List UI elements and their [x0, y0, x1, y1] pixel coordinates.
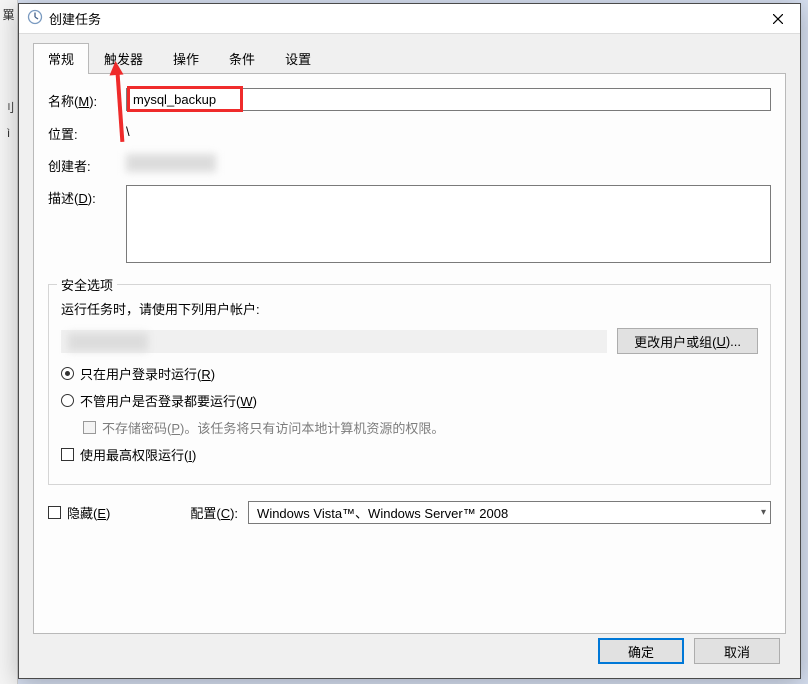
- bg-glyph-3: ì: [0, 120, 17, 140]
- tab-settings[interactable]: 设置: [270, 43, 326, 74]
- tab-conditions[interactable]: 条件: [214, 43, 270, 74]
- location-label: 位置:: [48, 121, 126, 143]
- checkbox-hidden-label: 隐藏(E): [67, 503, 110, 522]
- radio-icon: [61, 394, 74, 407]
- author-label: 创建者:: [48, 153, 126, 175]
- checkbox-hidden[interactable]: 隐藏(E): [48, 503, 110, 522]
- ok-button[interactable]: 确定: [598, 638, 684, 664]
- checkbox-no-save-password-label: 不存储密码(P)。该任务将只有访问本地计算机资源的权限。: [102, 418, 444, 437]
- radio-run-logged-on-label: 只在用户登录时运行(R): [80, 364, 215, 383]
- name-input[interactable]: [126, 88, 771, 111]
- change-user-button[interactable]: 更改用户或组(U)...: [617, 328, 758, 354]
- author-value: ██████: [126, 154, 216, 172]
- tab-bar: 常规 触发器 操作 条件 设置: [33, 44, 786, 74]
- checkbox-icon: [61, 448, 74, 461]
- checkbox-highest-privileges[interactable]: 使用最高权限运行(I): [61, 445, 758, 464]
- configure-for-label: 配置(C):: [190, 503, 238, 522]
- bg-glyph-1: 罺: [0, 0, 17, 23]
- create-task-dialog: 创建任务 常规 触发器 操作 条件 设置 名称(M):: [18, 3, 801, 679]
- description-label: 描述(D):: [48, 185, 126, 207]
- run-as-message: 运行任务时，请使用下列用户帐户:: [61, 299, 758, 318]
- close-button[interactable]: [755, 4, 800, 33]
- bg-glyph-2: 刂: [0, 93, 17, 116]
- description-input[interactable]: [126, 185, 771, 263]
- app-icon: [27, 9, 43, 28]
- titlebar: 创建任务: [19, 4, 800, 34]
- tab-actions[interactable]: 操作: [158, 43, 214, 74]
- name-label: 名称(M):: [48, 88, 126, 110]
- security-options-group: 安全选项 运行任务时，请使用下列用户帐户: ██████ 更改用户或组(U)..…: [48, 284, 771, 485]
- location-value: \: [126, 121, 771, 139]
- window-title: 创建任务: [49, 9, 101, 28]
- checkbox-highest-privileges-label: 使用最高权限运行(I): [80, 445, 196, 464]
- configure-for-combo[interactable]: Windows Vista™、Windows Server™ 2008 ▾: [248, 501, 771, 524]
- chevron-down-icon: ▾: [761, 507, 766, 518]
- checkbox-no-save-password: 不存储密码(P)。该任务将只有访问本地计算机资源的权限。: [83, 418, 758, 437]
- general-panel: 名称(M): 位置: \ 创建者: ██████ 描述(D):: [33, 74, 786, 634]
- configure-for-value: Windows Vista™、Windows Server™ 2008: [257, 503, 508, 522]
- cancel-button[interactable]: 取消: [694, 638, 780, 664]
- radio-icon: [61, 367, 74, 380]
- run-as-account: ██████: [68, 333, 148, 351]
- radio-run-any[interactable]: 不管用户是否登录都要运行(W): [61, 391, 758, 410]
- radio-run-any-label: 不管用户是否登录都要运行(W): [80, 391, 257, 410]
- security-legend: 安全选项: [57, 275, 117, 294]
- checkbox-icon: [83, 421, 96, 434]
- checkbox-icon: [48, 506, 61, 519]
- tab-triggers[interactable]: 触发器: [89, 43, 158, 74]
- tab-general[interactable]: 常规: [33, 43, 89, 74]
- radio-run-logged-on[interactable]: 只在用户登录时运行(R): [61, 364, 758, 383]
